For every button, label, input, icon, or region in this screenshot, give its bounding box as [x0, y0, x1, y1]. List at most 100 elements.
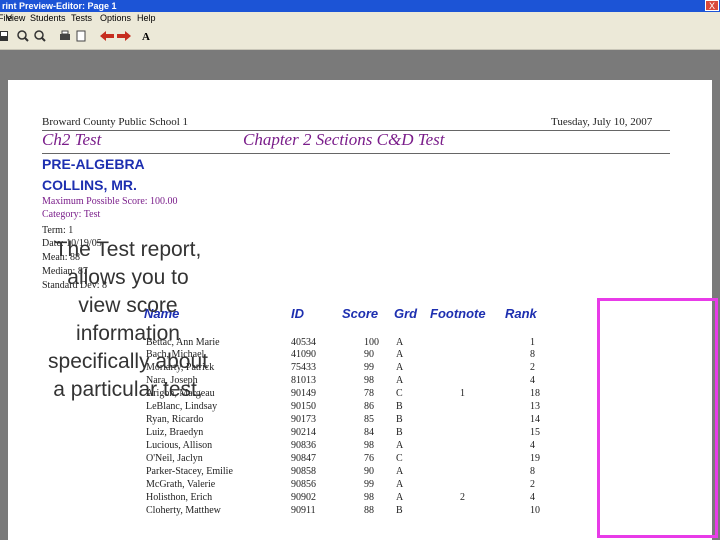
grade: A [396, 492, 404, 503]
toolbar: A [0, 25, 720, 50]
grade: A [396, 440, 404, 451]
title-rule [42, 153, 670, 154]
student-name: Parker-Stacey, Emilie [146, 466, 233, 477]
score: 84 [364, 427, 374, 438]
test-short-name: Ch2 Test [42, 130, 102, 149]
column-header-footnote: Footnote [430, 306, 486, 321]
score: 85 [364, 414, 374, 425]
title-bar: rint Preview-Editor: Page 1 X [0, 0, 720, 12]
footnote: 2 [460, 492, 465, 503]
student-id: 90847 [291, 453, 316, 464]
menu-tests[interactable]: Tests [71, 12, 92, 25]
grade: A [396, 349, 404, 360]
score: 99 [364, 479, 374, 490]
rank: 13 [530, 401, 540, 412]
student-name: Ryan, Ricardo [146, 414, 204, 425]
student-id: 90214 [291, 427, 316, 438]
highlight-box [597, 298, 718, 538]
score: 88 [364, 505, 374, 516]
column-header-score: Score [342, 306, 379, 321]
grade: B [396, 414, 403, 425]
menu-students[interactable]: Students [30, 12, 66, 25]
caption-overlay: The Test report, allows you to view scor… [48, 238, 208, 401]
student-id: 81013 [291, 375, 316, 386]
page-icon[interactable] [76, 30, 86, 44]
rank: 14 [530, 414, 540, 425]
score: 90 [364, 466, 374, 477]
course-name: PRE-ALGEBRA [42, 156, 145, 172]
student-id: 41090 [291, 349, 316, 360]
student-name: O'Neil, Jaclyn [146, 453, 203, 464]
student-id: 40534 [291, 337, 316, 348]
grade: B [396, 505, 403, 516]
score: 98 [364, 492, 374, 503]
student-name: Lucious, Allison [146, 440, 213, 451]
score: 76 [364, 453, 374, 464]
score: 86 [364, 401, 374, 412]
student-id: 90149 [291, 388, 316, 399]
student-id: 90150 [291, 401, 316, 412]
student-id: 90173 [291, 414, 316, 425]
category: Category: Test [42, 209, 101, 220]
zoom-in-icon[interactable] [17, 30, 29, 44]
next-page-icon[interactable] [117, 30, 131, 44]
student-name: McGrath, Valerie [146, 479, 216, 490]
grade: C [396, 388, 403, 399]
student-id: 90911 [291, 505, 316, 516]
rank: 4 [530, 492, 535, 503]
score: 98 [364, 375, 374, 386]
column-header-id: ID [291, 306, 304, 321]
menu-help[interactable]: Help [137, 12, 156, 25]
student-name: Holisthon, Erich [146, 492, 213, 503]
student-id: 90836 [291, 440, 316, 451]
rank: 1 [530, 337, 535, 348]
menu-view[interactable]: View [6, 12, 25, 25]
rank: 2 [530, 362, 535, 373]
grade: B [396, 401, 403, 412]
student-name: Cloherty, Matthew [146, 505, 221, 516]
grade: A [396, 479, 404, 490]
student-id: 75433 [291, 362, 316, 373]
student-id: 90902 [291, 492, 316, 503]
menu-options[interactable]: Options [100, 12, 131, 25]
max-score: Maximum Possible Score: 100.00 [42, 196, 178, 207]
rank: 4 [530, 440, 535, 451]
save-icon[interactable] [0, 30, 8, 44]
grade: C [396, 453, 403, 464]
rank: 2 [530, 479, 535, 490]
column-header-grade: Grd [394, 306, 418, 321]
rank: 19 [530, 453, 540, 464]
grade: B [396, 427, 403, 438]
column-header-rank: Rank [505, 306, 537, 321]
close-window-button[interactable]: X [705, 0, 719, 11]
rank: 15 [530, 427, 540, 438]
rank: 8 [530, 466, 535, 477]
score: 100 [364, 337, 379, 348]
term: Term: 1 [42, 225, 74, 236]
score: 99 [364, 362, 374, 373]
grade: A [396, 466, 404, 477]
menu-bar: File View Students Tests Options Help [0, 12, 720, 25]
rank: 4 [530, 375, 535, 386]
window-title: rint Preview-Editor: Page 1 [2, 1, 117, 11]
report-date: Tuesday, July 10, 2007 [551, 116, 653, 128]
teacher-name: COLLINS, MR. [42, 177, 137, 193]
grade: A [396, 375, 404, 386]
previous-page-icon[interactable] [100, 30, 114, 44]
score: 78 [364, 388, 374, 399]
rank: 10 [530, 505, 540, 516]
print-icon[interactable] [59, 30, 71, 44]
score: 98 [364, 440, 374, 451]
grade: A [396, 337, 404, 348]
zoom-out-icon[interactable] [34, 30, 46, 44]
rank: 8 [530, 349, 535, 360]
test-title: Chapter 2 Sections C&D Test [243, 130, 445, 149]
school-name: Broward County Public School 1 [42, 116, 189, 128]
score: 90 [364, 349, 374, 360]
footnote: 1 [460, 388, 465, 399]
font-button[interactable]: A [141, 30, 151, 44]
student-name: Luiz, Braedyn [146, 427, 204, 438]
student-id: 90856 [291, 479, 316, 490]
student-id: 90858 [291, 466, 316, 477]
grade: A [396, 362, 404, 373]
